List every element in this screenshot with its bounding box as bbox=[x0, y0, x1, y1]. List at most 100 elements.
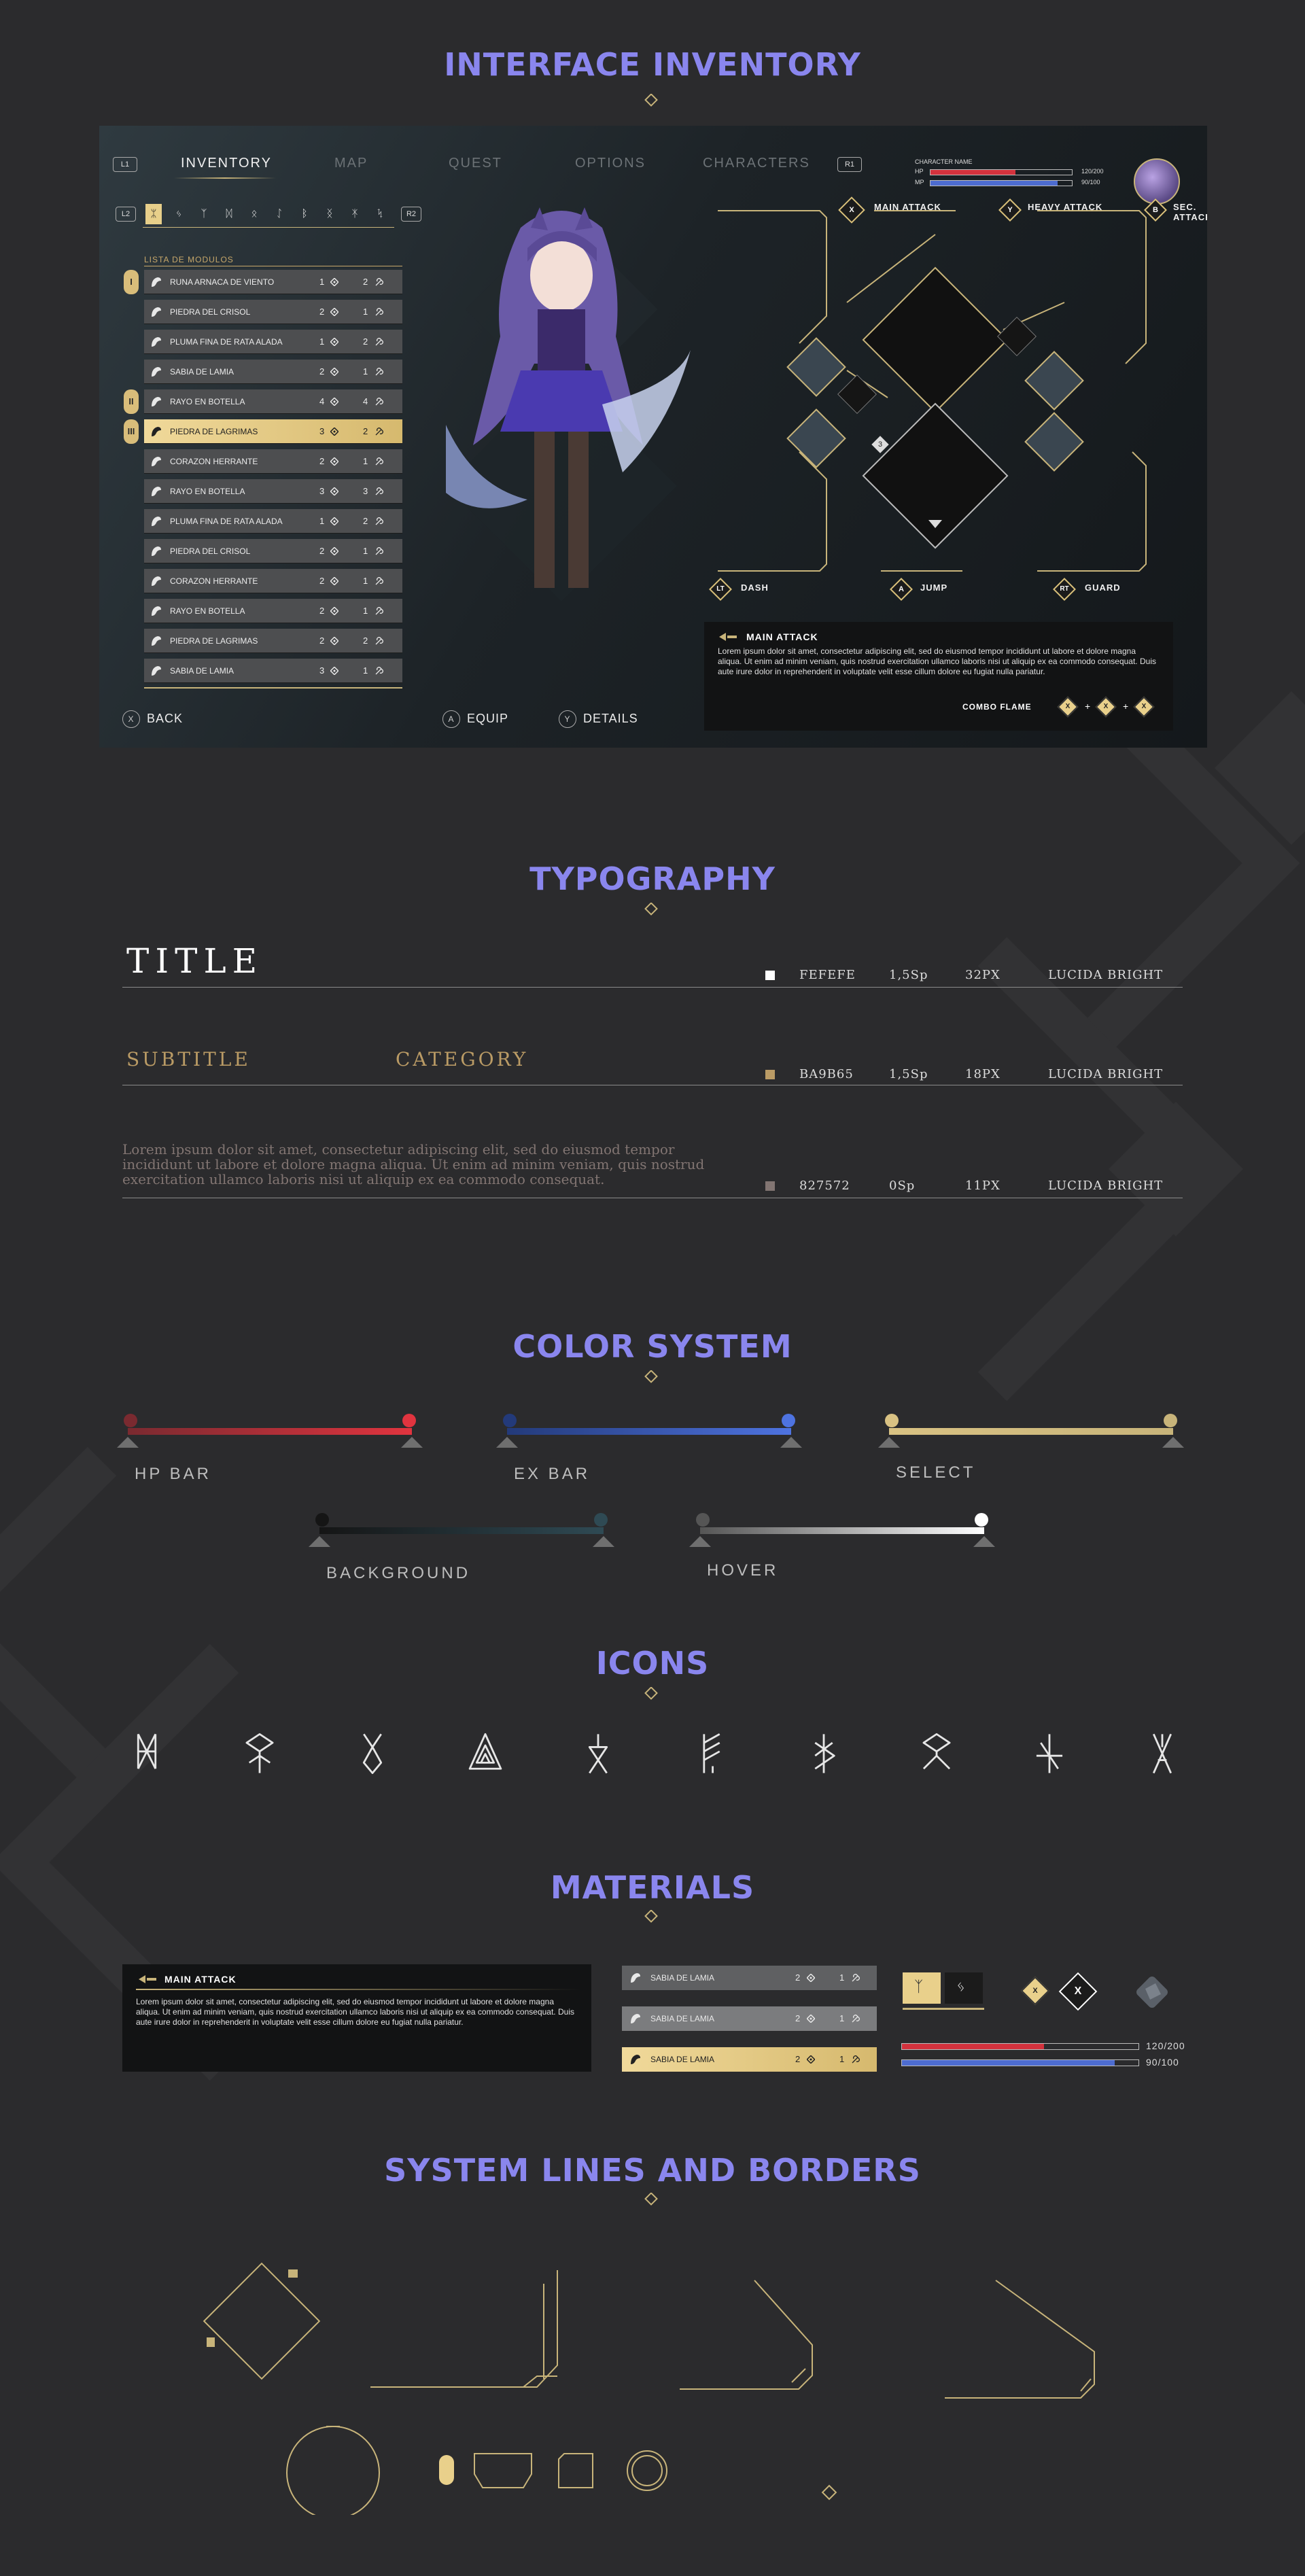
section-title-color-system: COLOR SYSTEM bbox=[512, 1328, 793, 1365]
item-icon bbox=[150, 365, 163, 379]
item-label: SABIA DE LAMIA bbox=[650, 2055, 715, 2064]
details-button[interactable]: Y DETAILS bbox=[559, 710, 638, 728]
list-item[interactable]: PIEDRA DEL CRISOL 2 1 bbox=[144, 300, 402, 324]
rune-tab-active[interactable]: ᛉ bbox=[903, 1972, 941, 2004]
rune-filter-6[interactable]: ᛇ bbox=[271, 204, 288, 224]
diamond-icon bbox=[330, 427, 339, 436]
item-label: PIEDRA DEL CRISOL bbox=[170, 546, 251, 556]
item-link-count: 2 bbox=[363, 277, 368, 287]
list-item[interactable]: CORAZON HERRANTE 2 1 bbox=[144, 449, 402, 474]
sec-attack-key[interactable]: B bbox=[1149, 203, 1162, 217]
marker-triangle bbox=[1162, 1437, 1184, 1448]
tab-characters[interactable]: CHARACTERS bbox=[703, 156, 810, 171]
heavy-attack-key[interactable]: Y bbox=[1003, 203, 1017, 217]
material-list-item[interactable]: SABIA DE LAMIA 2 1 bbox=[622, 1966, 877, 1990]
typography-subtitle-sample: SUBTITLE bbox=[126, 1048, 251, 1071]
key-x-gold[interactable]: X bbox=[1026, 1982, 1044, 2000]
sword-icon bbox=[719, 633, 737, 641]
item-count: 2 bbox=[795, 1972, 801, 1983]
item-label: RAYO EN BOTELLA bbox=[170, 487, 245, 496]
rune-filter-7[interactable]: ᛒ bbox=[296, 204, 313, 224]
rune-9-icon bbox=[1036, 1734, 1063, 1773]
rune-filter-2[interactable]: ᛃ bbox=[171, 204, 187, 224]
item-link-count: 2 bbox=[363, 426, 368, 436]
list-item[interactable]: PLUMA FINA DE RATA ALADA 1 2 bbox=[144, 509, 402, 534]
list-item[interactable]: RAYO EN BOTELLA 2 1 bbox=[144, 599, 402, 623]
rune-3-icon bbox=[362, 1733, 383, 1775]
guard-key[interactable]: RT bbox=[1058, 582, 1071, 596]
list-item[interactable]: PIEDRA DEL CRISOL 2 1 bbox=[144, 539, 402, 563]
list-item[interactable]: RAYO EN BOTELLA 4 4 bbox=[144, 389, 402, 414]
dash-label: DASH bbox=[741, 582, 769, 593]
list-item[interactable]: PLUMA FINA DE RATA ALADA 1 2 bbox=[144, 330, 402, 354]
list-item[interactable]: CORAZON HERRANTE 2 1 bbox=[144, 569, 402, 593]
item-label: PLUMA FINA DE RATA ALADA bbox=[170, 337, 283, 347]
mp-bar-sample bbox=[901, 2059, 1139, 2066]
color-swatch bbox=[765, 1070, 775, 1079]
link-icon bbox=[374, 667, 383, 676]
rune-tab[interactable]: ᛃ bbox=[945, 1972, 983, 2004]
rune-filter-5[interactable]: ᛟ bbox=[246, 204, 262, 224]
item-icon bbox=[150, 515, 163, 528]
item-count: 2 bbox=[795, 2054, 801, 2064]
rune-filter-4[interactable]: ᛞ bbox=[221, 204, 237, 224]
list-item[interactable]: RUNA ARNACA DE VIENTO 1 2 bbox=[144, 270, 402, 294]
marker-triangle bbox=[973, 1536, 995, 1547]
equip-button[interactable]: A EQUIP bbox=[442, 710, 508, 728]
list-item[interactable]: RAYO EN BOTELLA 3 3 bbox=[144, 479, 402, 504]
item-link-count: 1 bbox=[363, 307, 368, 317]
tab-inventory[interactable]: INVENTORY bbox=[181, 156, 272, 171]
ex-bar-swatch bbox=[507, 1428, 791, 1435]
item-icon bbox=[150, 335, 163, 349]
list-item[interactable]: SABIA DE LAMIA 2 1 bbox=[144, 360, 402, 384]
hp-value-sample: 120/200 bbox=[1146, 2040, 1185, 2051]
back-button[interactable]: X BACK bbox=[122, 710, 183, 728]
inventory-panel: L1 INVENTORY MAP QUEST OPTIONS CHARACTER… bbox=[99, 126, 1207, 748]
tab-map[interactable]: MAP bbox=[334, 156, 368, 171]
material-list-item[interactable]: SABIA DE LAMIA 2 1 bbox=[622, 2047, 877, 2072]
diamond-icon bbox=[330, 517, 339, 526]
rune-filter-10[interactable]: ᛪ bbox=[372, 204, 388, 224]
hp-bar: HP 120/200 bbox=[915, 168, 1104, 175]
main-attack-key[interactable]: X bbox=[843, 202, 860, 218]
dash-key[interactable]: LT bbox=[714, 582, 727, 596]
jump-key[interactable]: A bbox=[894, 582, 908, 596]
heavy-attack-label: HEAVY ATTACK bbox=[1028, 202, 1103, 212]
guard-label: GUARD bbox=[1085, 582, 1121, 593]
item-link-count: 1 bbox=[363, 665, 368, 676]
key-x-white[interactable]: X bbox=[1066, 1979, 1090, 2004]
marker-triangle bbox=[780, 1437, 802, 1448]
list-item[interactable]: SABIA DE LAMIA 3 1 bbox=[144, 659, 402, 683]
rune-filter-3[interactable]: ᛉ bbox=[196, 204, 212, 224]
rune-filter-1[interactable]: ᛯ bbox=[145, 204, 162, 224]
color-swatch bbox=[765, 1181, 775, 1191]
r1-button[interactable]: R1 bbox=[837, 157, 862, 172]
item-link-count: 1 bbox=[363, 576, 368, 586]
diamond-icon bbox=[330, 367, 339, 377]
item-count: 1 bbox=[319, 516, 325, 526]
diamond-icon bbox=[330, 666, 339, 676]
item-link-count: 4 bbox=[363, 396, 368, 406]
l1-button[interactable]: L1 bbox=[113, 157, 137, 172]
tab-quest[interactable]: QUEST bbox=[449, 156, 502, 171]
spec-spacing: 1,5Sp bbox=[889, 1067, 928, 1081]
link-icon bbox=[374, 368, 383, 377]
item-link-count: 2 bbox=[363, 336, 368, 347]
tab-options[interactable]: OPTIONS bbox=[575, 156, 646, 171]
color-end-dot bbox=[594, 1513, 608, 1527]
list-item[interactable]: PIEDRA DE LAGRIMAS 3 2 bbox=[144, 419, 402, 444]
link-icon bbox=[374, 517, 383, 527]
link-icon bbox=[374, 398, 383, 407]
material-list-item[interactable]: SABIA DE LAMIA 2 1 bbox=[622, 2006, 877, 2031]
rune-1-icon bbox=[137, 1733, 157, 1769]
l2-button[interactable]: L2 bbox=[116, 207, 136, 222]
ore-item-icon bbox=[1136, 1977, 1168, 2008]
rune-filter-9[interactable]: ᛡ bbox=[347, 204, 363, 224]
item-count: 1 bbox=[319, 277, 325, 287]
section-title-inventory: INTERFACE INVENTORY bbox=[444, 46, 861, 83]
rune-filter-8[interactable]: ᛝ bbox=[321, 204, 338, 224]
item-icon bbox=[629, 1971, 642, 1985]
list-item[interactable]: PIEDRA DE LAGRIMAS 2 2 bbox=[144, 629, 402, 653]
skill-description: MAIN ATTACK Lorem ipsum dolor sit amet, … bbox=[704, 622, 1173, 731]
item-count: 2 bbox=[795, 2013, 801, 2023]
